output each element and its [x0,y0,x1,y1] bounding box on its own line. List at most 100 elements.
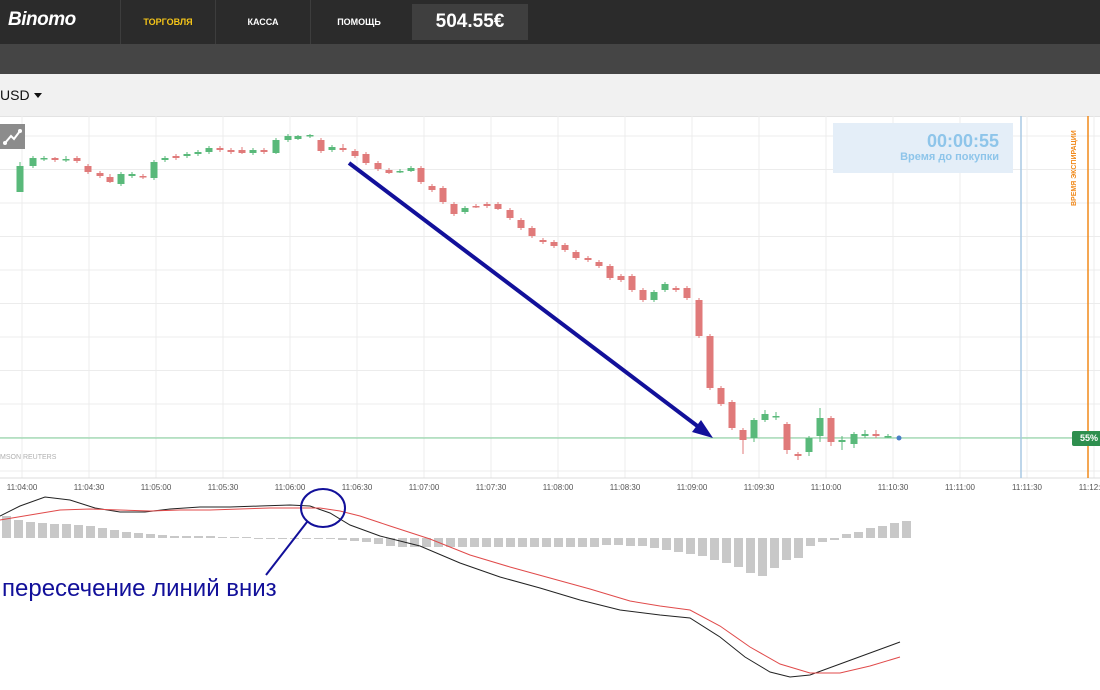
macd-histogram-bar [674,538,683,552]
candle-body [861,434,869,436]
candle-body [306,135,314,137]
candle-body [106,177,114,182]
candle-body [572,252,580,258]
macd-histogram-bar [794,538,803,558]
macd-histogram-bar [686,538,695,554]
macd-histogram-bar [638,538,647,546]
macd-histogram-bar [554,538,563,547]
macd-histogram-bar [770,538,779,568]
candle-body [450,204,458,214]
macd-histogram-bar [218,537,227,538]
macd-histogram-bar [62,524,71,538]
macd-histogram-bar [170,536,179,538]
time-axis-label: 11:08:30 [610,483,641,492]
macd-histogram-bar [818,538,827,542]
candle-body [650,292,658,300]
candle-body [483,204,491,206]
macd-histogram-bar [254,538,263,539]
macd-histogram-bar [338,538,347,540]
macd-histogram-bar [374,538,383,544]
candle-body [584,258,592,260]
candle-body [428,186,436,190]
nav-trading[interactable]: ТОРГОВЛЯ [120,0,215,44]
candle-body [29,158,37,166]
macd-histogram-bar [194,536,203,538]
candle-body [661,284,669,290]
chart-tools-button[interactable] [0,124,25,149]
candle-body [385,170,393,173]
macd-histogram-bar [470,538,479,547]
macd-histogram-bar [626,538,635,546]
candle-body [150,162,158,178]
candle-body [374,163,382,169]
asset-selector-label[interactable]: USD [0,87,30,103]
candle-body [161,158,169,160]
macd-histogram-bar [326,538,335,539]
candle-body [695,300,703,336]
macd-histogram-bar [710,538,719,560]
candle-body [761,414,769,420]
candle-body [606,266,614,278]
time-axis-label: 11:11:00 [945,483,976,492]
time-axis-label: 11:05:00 [141,483,172,492]
time-axis-label: 11:10:30 [878,483,909,492]
time-axis-label: 11:04:00 [7,483,38,492]
balance[interactable]: 504.55€ [412,4,528,40]
candle-body [317,140,325,151]
annotation-text: пересечение линий вниз [2,575,277,602]
macd-histogram-bar [26,522,35,538]
candle-body [628,276,636,290]
candle-body [506,210,514,218]
candle-body [16,166,24,192]
macd-histogram-bar [206,536,215,538]
candle-body [227,150,235,152]
macd-histogram-bar [830,538,839,540]
macd-histogram-bar [530,538,539,547]
candle-body [172,156,180,158]
price-chart[interactable]: 11:04:00 11:04:30 11:05:00 11:05:30 11:06:00… [0,116,1100,690]
timer-time: 00:00:55 [926,131,999,151]
candle-body [805,438,813,452]
candle-body [472,206,480,208]
candle-body [783,424,791,450]
candle-body [205,148,213,152]
macd-histogram-bar [134,533,143,538]
purchase-timer: 00:00:55 Время до покупки [833,123,1013,173]
candle-body [838,440,846,442]
macd-histogram-bar [746,538,755,573]
candle-body [40,158,48,160]
macd-histogram-bar [506,538,515,547]
candle-body [396,171,404,173]
macd-histogram-bar [98,528,107,538]
candle-body [539,240,547,242]
macd-histogram-bar [314,538,323,539]
candle-body [294,136,302,139]
candle-body [216,148,224,150]
asset-bar: USD [0,74,1100,117]
candle-body [750,420,758,438]
sub-toolbar [0,44,1100,74]
macd-histogram-bar [86,526,95,538]
indicator-icon [3,129,22,145]
macd-histogram-bar [782,538,791,560]
candle-body [728,402,736,428]
chevron-down-icon[interactable] [34,93,42,98]
candle-body [827,418,835,442]
macd-histogram-bar [518,538,527,547]
candle-body [683,288,691,298]
nav-help[interactable]: ПОМОЩЬ [310,0,407,44]
logo[interactable]: Binomo [8,9,76,31]
nav-cashier[interactable]: КАССА [215,0,310,44]
macd-histogram-bar [614,538,623,545]
candle-body [194,152,202,154]
macd-histogram-bar [722,538,731,563]
candle-body [816,418,824,436]
macd-histogram-bar [650,538,659,548]
expiration-label-text: ВРЕМЯ ЭКСПИРАЦИИ [1071,130,1078,206]
candle-body [183,154,191,156]
time-axis-label: 11:11:30 [1012,483,1043,492]
candle-body [73,158,81,161]
macd-histogram-bar [38,523,47,538]
candle-body [739,430,747,440]
candle-body [872,434,880,436]
